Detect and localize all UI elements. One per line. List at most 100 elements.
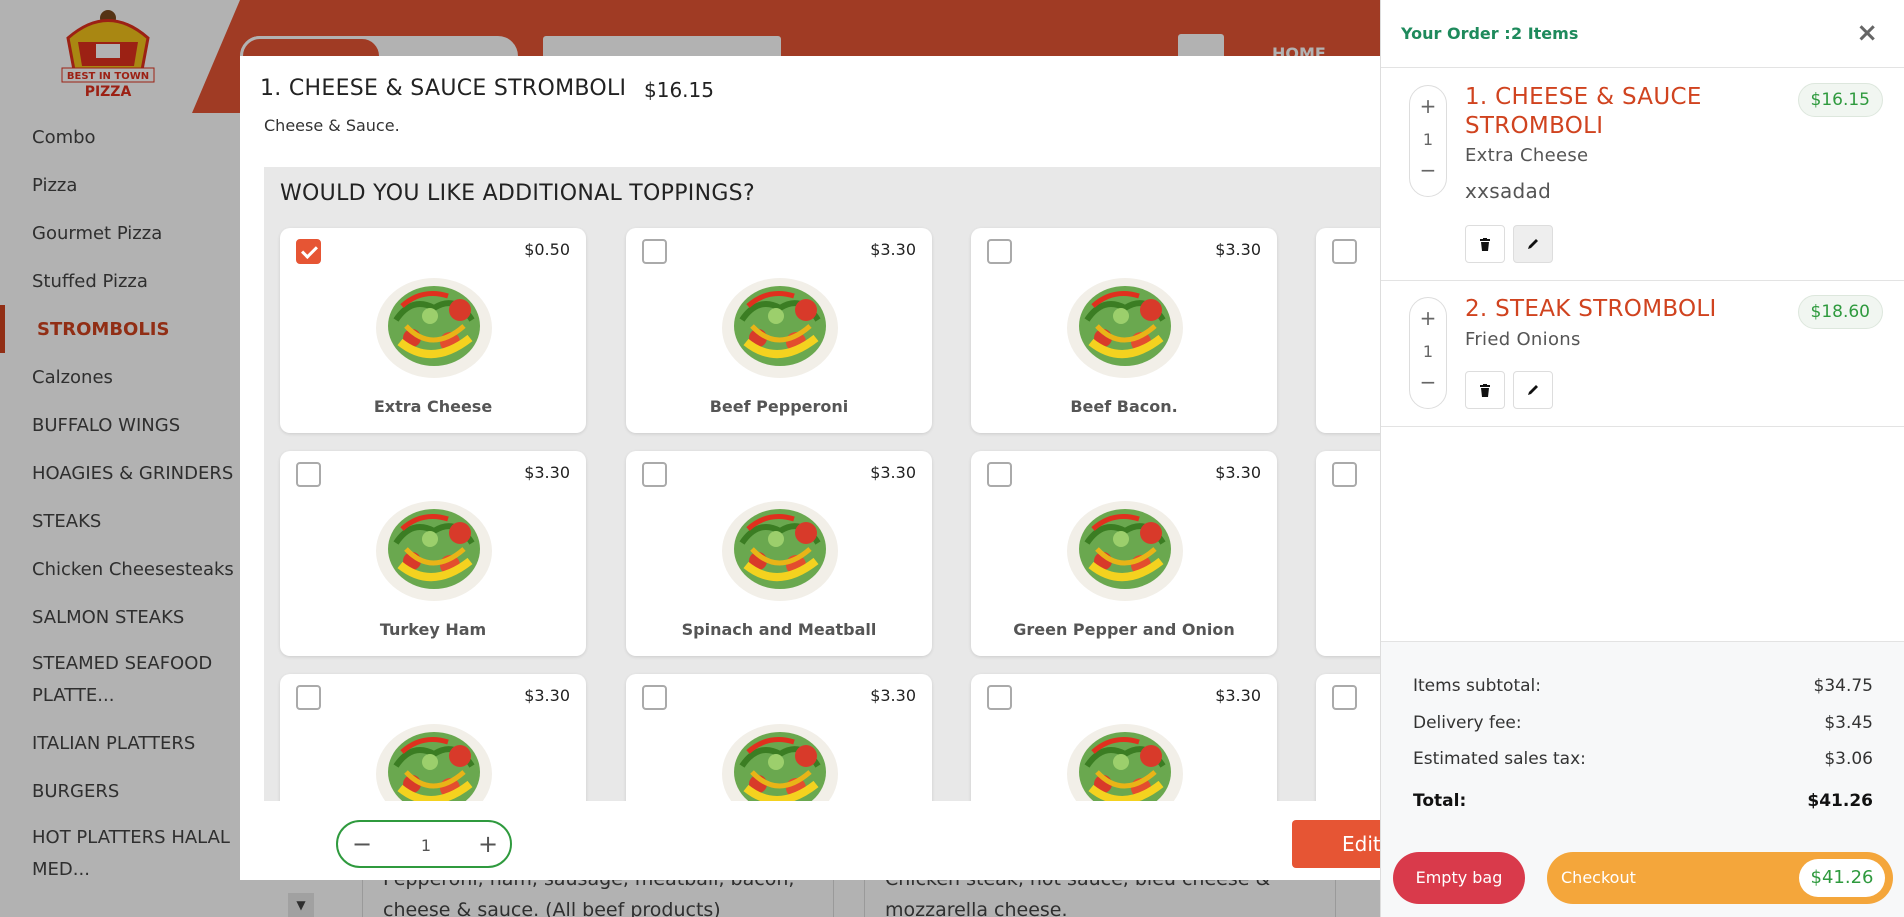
edit-item-button[interactable]: Edit (1292, 820, 1380, 868)
topping-price: $3.30 (870, 240, 916, 259)
topping-price: $3.30 (870, 463, 916, 482)
pencil-icon (1528, 385, 1538, 395)
order-cart-panel: Your Order : 2 Items × + 1 − 1. CHEESE &… (1380, 0, 1904, 917)
topping-checkbox[interactable] (987, 462, 1012, 487)
cart-item-quantity-stepper: + 1 − (1409, 85, 1447, 197)
cart-item-count: 2 Items (1511, 24, 1579, 43)
cart-item-minus-button[interactable]: − (1410, 370, 1446, 394)
delivery-fee-label: Delivery fee: (1413, 713, 1522, 733)
quantity-plus-button[interactable]: + (474, 830, 502, 858)
quantity-stepper: − 1 + (336, 820, 512, 868)
cart-item-option: Fried Onions (1465, 329, 1581, 350)
cart-title: Your Order : (1401, 24, 1511, 43)
tax-row: Estimated sales tax: $3.06 (1413, 749, 1873, 769)
topping-checkbox[interactable] (296, 685, 321, 710)
cart-item-plus-button[interactable]: + (1410, 306, 1446, 330)
topping-price: $3.30 (1215, 240, 1261, 259)
topping-checkbox[interactable] (1332, 239, 1357, 264)
cart-item-quantity: 1 (1422, 130, 1434, 149)
topping-checkbox[interactable] (296, 462, 321, 487)
delete-item-button[interactable] (1465, 225, 1505, 263)
topping-image (1063, 491, 1187, 603)
checkout-button[interactable]: Checkout $41.26 (1547, 852, 1893, 904)
subtotal-label: Items subtotal: (1413, 676, 1541, 696)
toppings-heading: WOULD YOU LIKE ADDITIONAL TOPPINGS? (280, 181, 755, 206)
topping-card[interactable]: $3.30 (971, 674, 1277, 801)
topping-checkbox[interactable] (1332, 685, 1357, 710)
topping-image (372, 268, 496, 380)
topping-price: $3.30 (524, 686, 570, 705)
cart-item-option: Extra Cheese (1465, 145, 1589, 166)
topping-checkbox[interactable] (1332, 462, 1357, 487)
topping-price: $3.30 (1215, 463, 1261, 482)
topping-checkbox[interactable] (642, 685, 667, 710)
tax-value: $3.06 (1824, 749, 1873, 769)
topping-card[interactable]: $3.30 (280, 674, 586, 801)
quantity-value: 1 (420, 836, 432, 855)
modal-price: $16.15 (644, 78, 714, 102)
cart-item-name-line: STROMBOLI (1465, 113, 1604, 139)
subtotal-row: Items subtotal: $34.75 (1413, 676, 1873, 696)
item-customization-modal: 1. CHEESE & SAUCE STROMBOLI $16.15 Chees… (240, 56, 1380, 880)
topping-image (718, 714, 842, 801)
cart-item-quantity: 1 (1422, 342, 1434, 361)
topping-image (1063, 714, 1187, 801)
topping-price: $3.30 (524, 463, 570, 482)
topping-image (718, 268, 842, 380)
topping-price: $0.50 (524, 240, 570, 259)
topping-image (372, 491, 496, 603)
delivery-fee-value: $3.45 (1824, 713, 1873, 733)
trash-icon (1480, 384, 1490, 397)
edit-cart-item-button[interactable] (1513, 225, 1553, 263)
topping-name: Turkey Ham (379, 620, 487, 639)
subtotal-value: $34.75 (1813, 676, 1873, 696)
total-value: $41.26 (1807, 791, 1873, 811)
topping-card[interactable]: $3.30 (626, 674, 932, 801)
checkout-label: Checkout (1561, 868, 1636, 887)
trash-icon (1480, 238, 1490, 251)
close-icon[interactable]: × (1856, 18, 1878, 48)
topping-card[interactable] (1316, 451, 1380, 656)
empty-bag-button[interactable]: Empty bag (1393, 852, 1525, 904)
topping-card[interactable]: $3.30 Beef Pepperoni (626, 228, 932, 433)
topping-image (1063, 268, 1187, 380)
topping-price: $3.30 (870, 686, 916, 705)
checkout-total: $41.26 (1799, 859, 1885, 897)
topping-price: $3.30 (1215, 686, 1261, 705)
cart-item-quantity-stepper: + 1 − (1409, 297, 1447, 409)
topping-checkbox[interactable] (642, 239, 667, 264)
cart-item-name[interactable]: 2. STEAK STROMBOLI (1465, 295, 1717, 324)
modal-description: Cheese & Sauce. (264, 116, 400, 135)
cart-item-plus-button[interactable]: + (1410, 94, 1446, 118)
topping-card[interactable]: $3.30 Beef Bacon. (971, 228, 1277, 433)
topping-checkbox[interactable] (987, 685, 1012, 710)
topping-card[interactable]: $3.30 Turkey Ham (280, 451, 586, 656)
topping-card[interactable]: $3.30 Spinach and Meatball (626, 451, 932, 656)
total-label: Total: (1413, 791, 1467, 811)
cart-item-name[interactable]: 1. CHEESE & SAUCE STROMBOLI (1465, 83, 1702, 141)
quantity-minus-button[interactable]: − (348, 830, 376, 858)
edit-cart-item-button[interactable] (1513, 371, 1553, 409)
pencil-icon (1528, 239, 1538, 249)
delivery-fee-row: Delivery fee: $3.45 (1413, 713, 1873, 733)
toppings-panel: WOULD YOU LIKE ADDITIONAL TOPPINGS? $0.5… (264, 167, 1380, 801)
topping-name: Beef Pepperoni (709, 397, 849, 416)
topping-image (372, 714, 496, 801)
topping-name: Extra Cheese (373, 397, 493, 416)
total-row: Total: $41.26 (1413, 791, 1873, 811)
topping-card[interactable] (1316, 228, 1380, 433)
topping-checkbox[interactable] (987, 239, 1012, 264)
topping-card[interactable]: $3.30 Green Pepper and Onion (971, 451, 1277, 656)
delete-item-button[interactable] (1465, 371, 1505, 409)
topping-checkbox[interactable] (296, 239, 321, 264)
topping-checkbox[interactable] (642, 462, 667, 487)
cart-header: Your Order : 2 Items × (1381, 0, 1904, 68)
topping-name: Spinach and Meatball (681, 620, 877, 639)
topping-card[interactable] (1316, 674, 1380, 801)
cart-item-price: $16.15 (1797, 83, 1883, 117)
cart-item-minus-button[interactable]: − (1410, 158, 1446, 182)
cart-item: + 1 − 2. STEAK STROMBOLI $18.60 Fried On… (1381, 281, 1904, 427)
tax-label: Estimated sales tax: (1413, 749, 1586, 769)
topping-card[interactable]: $0.50 Extra Cheese (280, 228, 586, 433)
cart-item-note: xxsadad (1465, 179, 1552, 203)
